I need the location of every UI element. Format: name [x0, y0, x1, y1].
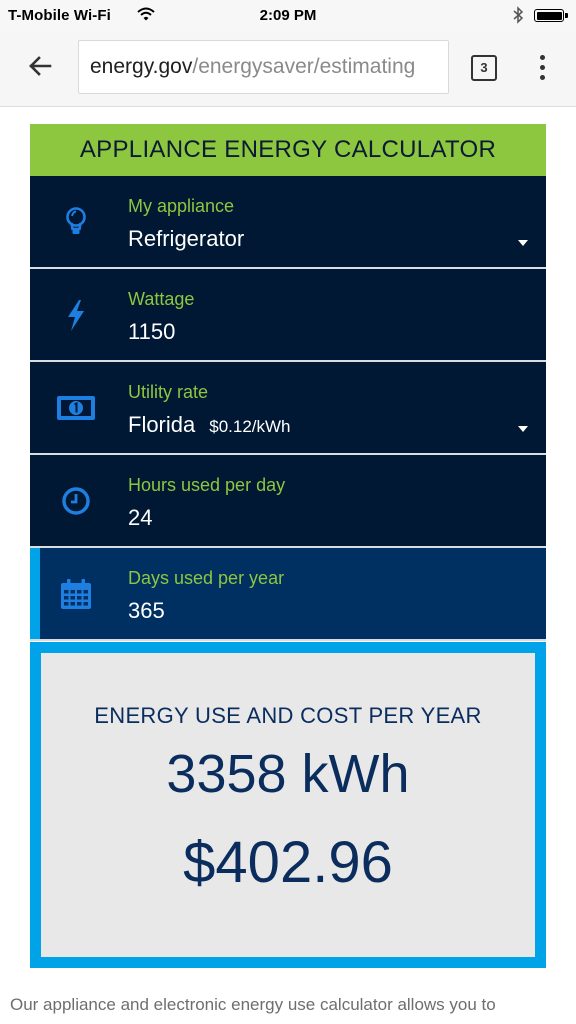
url-path: /energysaver/estimating — [192, 55, 416, 78]
energy-cost-value: $402.96 — [183, 830, 393, 895]
lightbulb-icon — [66, 207, 86, 234]
appliance-label: My appliance — [128, 196, 235, 216]
appliance-value: Refrigerator — [128, 226, 245, 251]
overflow-menu-icon[interactable] — [533, 52, 553, 84]
wattage-field[interactable]: Wattage 1150 — [30, 269, 546, 362]
browser-toolbar: energy.gov/energysaver/estimating 3 — [0, 32, 576, 107]
chevron-down-icon — [518, 240, 528, 246]
lightning-icon — [68, 300, 84, 331]
address-bar[interactable]: energy.gov/energysaver/estimating — [78, 40, 449, 94]
energy-use-value: 3358 kWh — [166, 744, 410, 804]
calendar-icon — [61, 579, 91, 609]
result-card: ENERGY USE AND COST PER YEAR 3358 kWh $4… — [41, 653, 535, 957]
clock-icon — [62, 487, 90, 515]
hours-label: Hours used per day — [128, 475, 286, 495]
utility-rate-value: Florida $0.12/kWh — [128, 412, 291, 438]
result-heading: ENERGY USE AND COST PER YEAR — [94, 703, 482, 728]
utility-state: Florida — [128, 412, 196, 437]
tab-switcher-button[interactable]: 3 — [471, 55, 497, 81]
utility-rate-amount: $0.12/kWh — [209, 417, 291, 436]
description-text: Our appliance and electronic energy use … — [10, 995, 496, 1014]
battery-icon — [534, 9, 568, 22]
days-per-year-field[interactable]: Days used per year 365 — [30, 548, 546, 641]
hours-value: 24 — [128, 505, 153, 530]
active-row-indicator — [30, 548, 40, 639]
status-bar: T-Mobile Wi-Fi 2:09 PM — [0, 0, 576, 32]
utility-rate-label: Utility rate — [128, 382, 209, 402]
hours-per-day-field[interactable]: Hours used per day 24 — [30, 455, 546, 548]
chevron-down-icon — [518, 426, 528, 432]
back-arrow-icon[interactable] — [24, 50, 56, 82]
appliance-select[interactable]: My appliance Refrigerator — [30, 176, 546, 269]
days-label: Days used per year — [128, 568, 285, 588]
calculator-title: APPLIANCE ENERGY CALCULATOR — [30, 124, 546, 176]
money-icon — [57, 396, 95, 420]
url-host: energy.gov — [90, 55, 193, 78]
wattage-value: 1150 — [128, 319, 176, 344]
utility-rate-select[interactable]: Utility rate Florida $0.12/kWh — [30, 362, 546, 455]
clock-time: 2:09 PM — [259, 7, 317, 24]
appliance-calculator: APPLIANCE ENERGY CALCULATOR My appliance… — [30, 124, 546, 641]
days-value: 365 — [128, 598, 165, 623]
wattage-label: Wattage — [128, 289, 195, 309]
bluetooth-icon — [513, 6, 524, 24]
result-panel: ENERGY USE AND COST PER YEAR 3358 kWh $4… — [30, 642, 546, 968]
